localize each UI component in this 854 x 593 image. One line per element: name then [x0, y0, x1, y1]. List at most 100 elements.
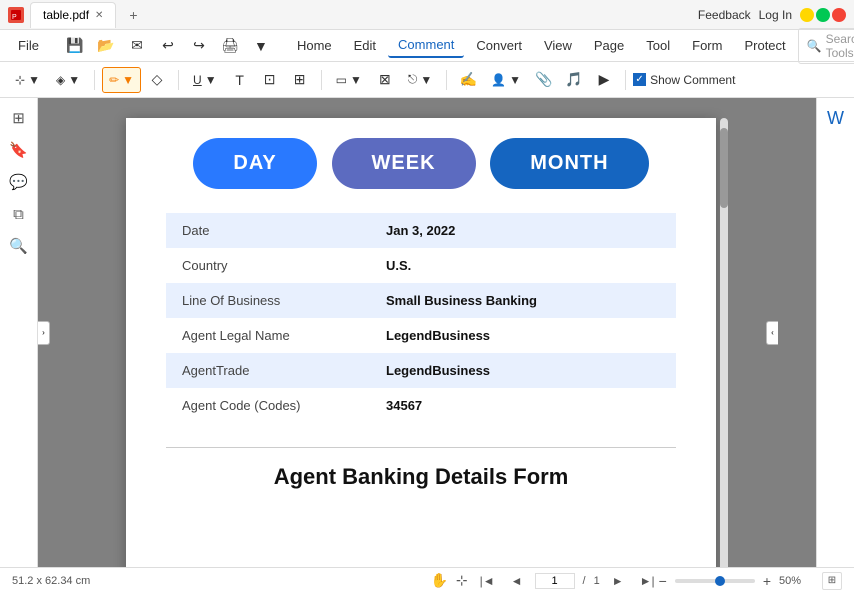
table-value: U.S. [370, 248, 676, 283]
table-row: Date Jan 3, 2022 [166, 213, 676, 248]
signature-tool-button[interactable]: ✍ [454, 67, 482, 93]
sidebar-search-icon[interactable]: 🔍 [7, 234, 31, 258]
menu-protect[interactable]: Protect [734, 34, 795, 57]
day-button[interactable]: DAY [193, 138, 316, 189]
menu-bar: File 💾 📂 ✉ ↩ ↪ 🖨 ▼ Home Edit Comment Con… [0, 30, 854, 62]
first-page-button[interactable]: |◄ [476, 572, 499, 590]
add-tab-button[interactable]: + [122, 4, 144, 26]
minimize-button[interactable] [800, 8, 814, 22]
zoom-slider[interactable] [675, 579, 755, 583]
month-button[interactable]: MONTH [490, 138, 648, 189]
fit-page-button[interactable]: ⊞ [822, 572, 842, 590]
shape-tool-button[interactable]: ▭ ▼ [329, 67, 369, 93]
annotation-tool-button[interactable]: ◈ ▼ [49, 67, 87, 93]
menu-file[interactable]: File [8, 34, 49, 57]
search-tools[interactable]: 🔍 Search Tools [798, 28, 854, 64]
menu-convert[interactable]: Convert [466, 34, 532, 57]
pdf-tab[interactable]: table.pdf ✕ [30, 2, 116, 28]
zoom-out-button[interactable]: − [659, 573, 667, 589]
select-tool-button[interactable]: ⊹ ▼ [8, 67, 47, 93]
measure-tool-button[interactable]: ⊠ [371, 67, 399, 93]
restore-button[interactable] [816, 8, 830, 22]
last-page-button[interactable]: ►| [636, 572, 659, 590]
zoom-in-button[interactable]: + [763, 573, 771, 589]
menu-form[interactable]: Form [682, 34, 732, 57]
menu-home[interactable]: Home [287, 34, 342, 57]
attachment-button[interactable]: 📎 [530, 67, 558, 93]
table-label: Date [166, 213, 370, 248]
total-pages: 1 [594, 575, 600, 587]
open-icon[interactable]: 📂 [92, 33, 120, 59]
select-dropdown[interactable]: ▼ [28, 73, 40, 87]
left-sidebar: ⊞ 🔖 💬 ⧉ 🔍 [0, 98, 38, 567]
toolbar-sep-3 [321, 70, 322, 90]
zoom-controls: − + 50% ⊞ [659, 572, 842, 590]
pdf-viewer[interactable]: DAY WEEK MONTH Date Jan 3, 2022 Country … [38, 98, 816, 567]
eraser-tool-button[interactable]: ◇ [143, 67, 171, 93]
select-icon: ⊹ [15, 73, 25, 87]
week-button[interactable]: WEEK [332, 138, 476, 189]
show-comment-toggle[interactable]: ✓ Show Comment [633, 73, 735, 87]
zoom-value: 50% [779, 575, 814, 587]
toolbar-group-4: ▭ ▼ ⊠ ⎋ ▼ [329, 67, 440, 93]
scrollbar-thumb[interactable] [720, 128, 728, 208]
video-button[interactable]: ▶ [590, 67, 618, 93]
text-box-button[interactable]: ⊡ [256, 67, 284, 93]
search-icon: 🔍 [807, 39, 822, 53]
underline-tool-button[interactable]: U ▼ [186, 67, 224, 93]
table-value: LegendBusiness [370, 353, 676, 388]
menu-page[interactable]: Page [584, 34, 634, 57]
window-controls [800, 8, 846, 22]
rectangle-icon: ▭ [336, 73, 347, 87]
table-row: Agent Code (Codes) 34567 [166, 388, 676, 423]
stamp-tool-button[interactable]: ⎋ ▼ [401, 67, 439, 93]
highlight-tool-button[interactable]: ✏ ▼ [102, 67, 141, 93]
pencil-dropdown[interactable]: ▼ [122, 73, 134, 87]
page-number-input[interactable] [535, 573, 575, 589]
sidebar-pages-icon[interactable]: ⊞ [7, 106, 31, 130]
email-icon[interactable]: ✉ [123, 33, 151, 59]
annotation-dropdown[interactable]: ▼ [68, 73, 80, 87]
comment-tool-button[interactable]: 👤 ▼ [484, 67, 528, 93]
dimensions-label: 51.2 x 62.34 cm [12, 575, 430, 587]
print-icon[interactable]: 🖨 [216, 33, 244, 59]
menu-tool[interactable]: Tool [636, 34, 680, 57]
close-button[interactable] [832, 8, 846, 22]
info-table: Date Jan 3, 2022 Country U.S. Line Of Bu… [166, 213, 676, 423]
pencil-icon: ✏ [109, 73, 119, 87]
comment-icon: 👤 [491, 73, 506, 87]
callout-button[interactable]: ⊞ [286, 67, 314, 93]
menu-comment[interactable]: Comment [388, 33, 464, 58]
table-row: AgentTrade LegendBusiness [166, 353, 676, 388]
tab-label: table.pdf [43, 8, 89, 22]
sidebar-comment-icon[interactable]: 💬 [7, 170, 31, 194]
word-export-icon[interactable]: W [824, 106, 848, 130]
audio-button[interactable]: 🎵 [560, 67, 588, 93]
hand-tool-icon[interactable]: ✋ [430, 572, 447, 589]
undo-icon[interactable]: ↩ [154, 33, 182, 59]
sidebar-bookmark-icon[interactable]: 🔖 [7, 138, 31, 162]
save-icon[interactable]: 💾 [61, 33, 89, 59]
show-comment-checkbox[interactable]: ✓ [633, 73, 646, 86]
login-button[interactable]: Log In [759, 8, 792, 22]
underline-icon: U [193, 73, 202, 87]
scrollbar-track[interactable] [720, 118, 728, 567]
menu-view[interactable]: View [534, 34, 582, 57]
text-tool-button[interactable]: T [226, 67, 254, 93]
right-collapse-button[interactable]: ‹ [766, 321, 778, 345]
feedback-button[interactable]: Feedback [698, 8, 751, 22]
table-value: LegendBusiness [370, 318, 676, 353]
table-label: Agent Code (Codes) [166, 388, 370, 423]
show-comment-text: Show Comment [650, 73, 735, 87]
dropdown-icon[interactable]: ▼ [247, 33, 275, 59]
status-bar: 51.2 x 62.34 cm ✋ ⊹ |◄ ◄ / 1 ► ►| − + 50… [0, 567, 854, 593]
toolbar-group-1: ⊹ ▼ ◈ ▼ [8, 67, 87, 93]
next-page-button[interactable]: ► [608, 572, 628, 590]
sidebar-collapse-button[interactable]: › [38, 321, 50, 345]
tab-close-icon[interactable]: ✕ [95, 10, 103, 21]
sidebar-layers-icon[interactable]: ⧉ [7, 202, 31, 226]
menu-edit[interactable]: Edit [344, 34, 386, 57]
selection-tool-icon[interactable]: ⊹ [456, 572, 468, 589]
prev-page-button[interactable]: ◄ [507, 572, 527, 590]
redo-icon[interactable]: ↪ [185, 33, 213, 59]
